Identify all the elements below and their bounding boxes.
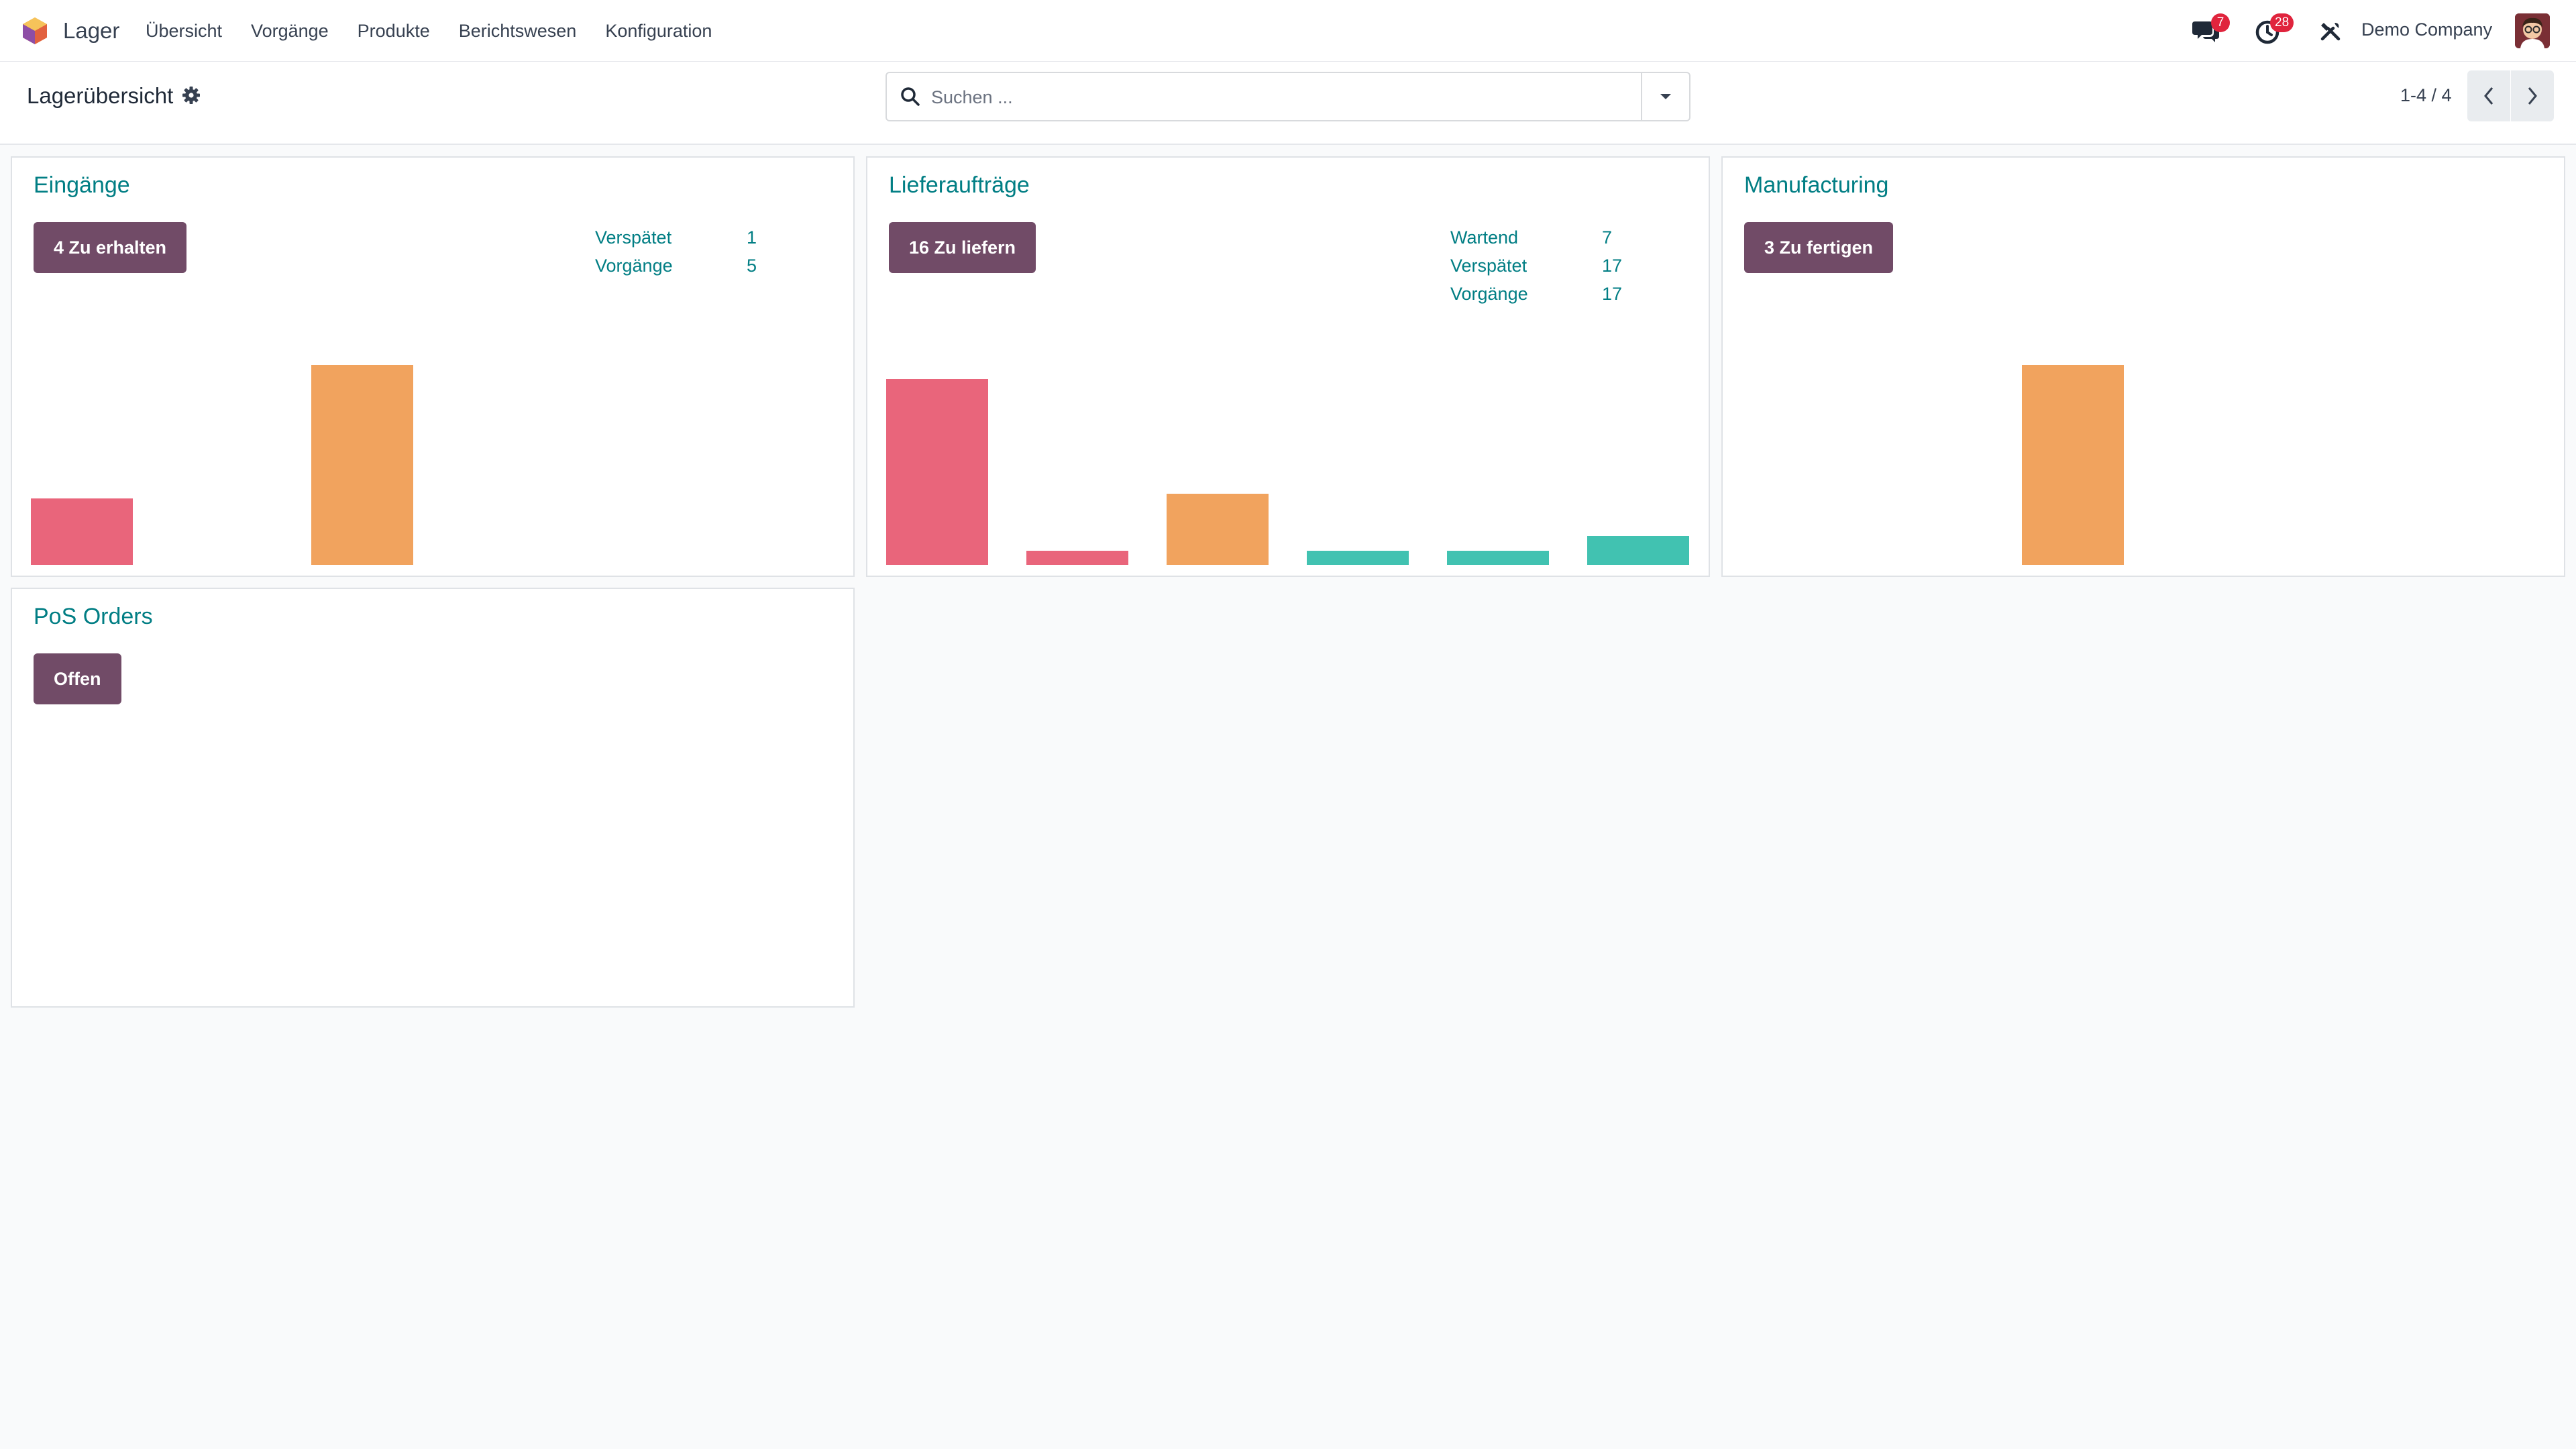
- user-avatar-icon: [2515, 13, 2550, 48]
- receipts-card: Eingänge 4 Zu erhalten Verspätet 1 Vorgä…: [11, 156, 855, 577]
- menu-item-operations[interactable]: Vorgänge: [251, 21, 329, 42]
- pos-orders-card-title[interactable]: PoS Orders: [34, 604, 153, 630]
- main-menu: Übersicht Vorgänge Produkte Berichtswese…: [146, 0, 741, 62]
- deliveries-stats: Wartend 7 Verspätet 17 Vorgänge 17: [1450, 223, 1622, 308]
- receipts-stats: Verspätet 1 Vorgänge 5: [595, 223, 757, 280]
- chart-bar[interactable]: [1307, 551, 1409, 565]
- top-navbar: Lager Übersicht Vorgänge Produkte Berich…: [0, 0, 2576, 62]
- pos-orders-card: PoS Orders Offen: [11, 588, 855, 1008]
- pager-value[interactable]: 1-4 / 4: [2400, 85, 2452, 106]
- stat-label: Verspätet: [1450, 255, 1527, 276]
- stat-value: 1: [747, 227, 757, 248]
- user-avatar[interactable]: [2515, 13, 2550, 48]
- stat-label: Vorgänge: [595, 255, 673, 276]
- search-icon: [901, 87, 920, 106]
- receipts-card-title[interactable]: Eingänge: [34, 172, 130, 199]
- search-input[interactable]: [930, 73, 1603, 121]
- pager-next-button[interactable]: [2511, 70, 2554, 121]
- activities-count-badge: 28: [2270, 13, 2294, 32]
- search-options-toggle[interactable]: [1641, 73, 1689, 120]
- chart-bar[interactable]: [2022, 365, 2124, 565]
- stat-value: 17: [1602, 283, 1623, 304]
- stat-label: Wartend: [1450, 227, 1519, 248]
- stat-label: Vorgänge: [1450, 283, 1528, 304]
- stat-value: 7: [1602, 227, 1613, 248]
- chart-bar[interactable]: [311, 365, 413, 565]
- pos-orders-open-button[interactable]: Offen: [34, 653, 121, 704]
- deliveries-card-title[interactable]: Lieferaufträge: [889, 172, 1030, 199]
- stat-value: 5: [747, 255, 757, 276]
- stat-label: Verspätet: [595, 227, 672, 248]
- chart-bar[interactable]: [886, 379, 988, 565]
- receipts-chart: [31, 343, 849, 565]
- manufacturing-to-process-button[interactable]: 3 Zu fertigen: [1744, 222, 1894, 273]
- menu-item-products[interactable]: Produkte: [358, 21, 430, 42]
- deliveries-card: Lieferaufträge 16 Zu liefern Wartend 7 V…: [866, 156, 1710, 577]
- stat-row-late[interactable]: Verspätet 1: [595, 223, 757, 252]
- gear-icon[interactable]: [182, 86, 201, 105]
- chart-bar[interactable]: [1026, 551, 1128, 565]
- manufacturing-chart: [1741, 343, 2560, 565]
- deliveries-chart: [886, 343, 1705, 565]
- chart-bar[interactable]: [1587, 536, 1689, 565]
- pager-previous-button[interactable]: [2467, 70, 2510, 121]
- app-name[interactable]: Lager: [63, 18, 119, 44]
- stat-value: 17: [1602, 255, 1623, 276]
- chevron-left-icon: [2484, 87, 2493, 105]
- search-bar: [885, 72, 1690, 121]
- chevron-right-icon: [2528, 87, 2537, 105]
- company-switcher[interactable]: Demo Company: [2361, 19, 2492, 40]
- menu-item-reporting[interactable]: Berichtswesen: [459, 21, 577, 42]
- manufacturing-card: Manufacturing 3 Zu fertigen: [1721, 156, 2565, 577]
- page-title: Lagerübersicht: [27, 83, 174, 108]
- inventory-app-icon[interactable]: [20, 16, 50, 46]
- chart-bar[interactable]: [31, 498, 133, 565]
- stat-row-operations[interactable]: Vorgänge 5: [595, 252, 757, 280]
- deliveries-to-process-button[interactable]: 16 Zu liefern: [889, 222, 1036, 273]
- caret-down-icon: [1660, 94, 1671, 99]
- receipts-to-process-button[interactable]: 4 Zu erhalten: [34, 222, 187, 273]
- chart-bar[interactable]: [1447, 551, 1549, 565]
- tools-icon[interactable]: [2320, 20, 2341, 42]
- stat-row-waiting[interactable]: Wartend 7: [1450, 223, 1622, 252]
- manufacturing-card-title[interactable]: Manufacturing: [1744, 172, 1888, 199]
- menu-item-overview[interactable]: Übersicht: [146, 21, 222, 42]
- stat-row-operations[interactable]: Vorgänge 17: [1450, 280, 1622, 308]
- chart-bar[interactable]: [1167, 494, 1269, 565]
- control-panel: Lagerübersicht 1-4 / 4: [0, 62, 2576, 145]
- messages-count-badge: 7: [2211, 13, 2230, 32]
- stat-row-late[interactable]: Verspätet 17: [1450, 252, 1622, 280]
- menu-item-configuration[interactable]: Konfiguration: [605, 21, 712, 42]
